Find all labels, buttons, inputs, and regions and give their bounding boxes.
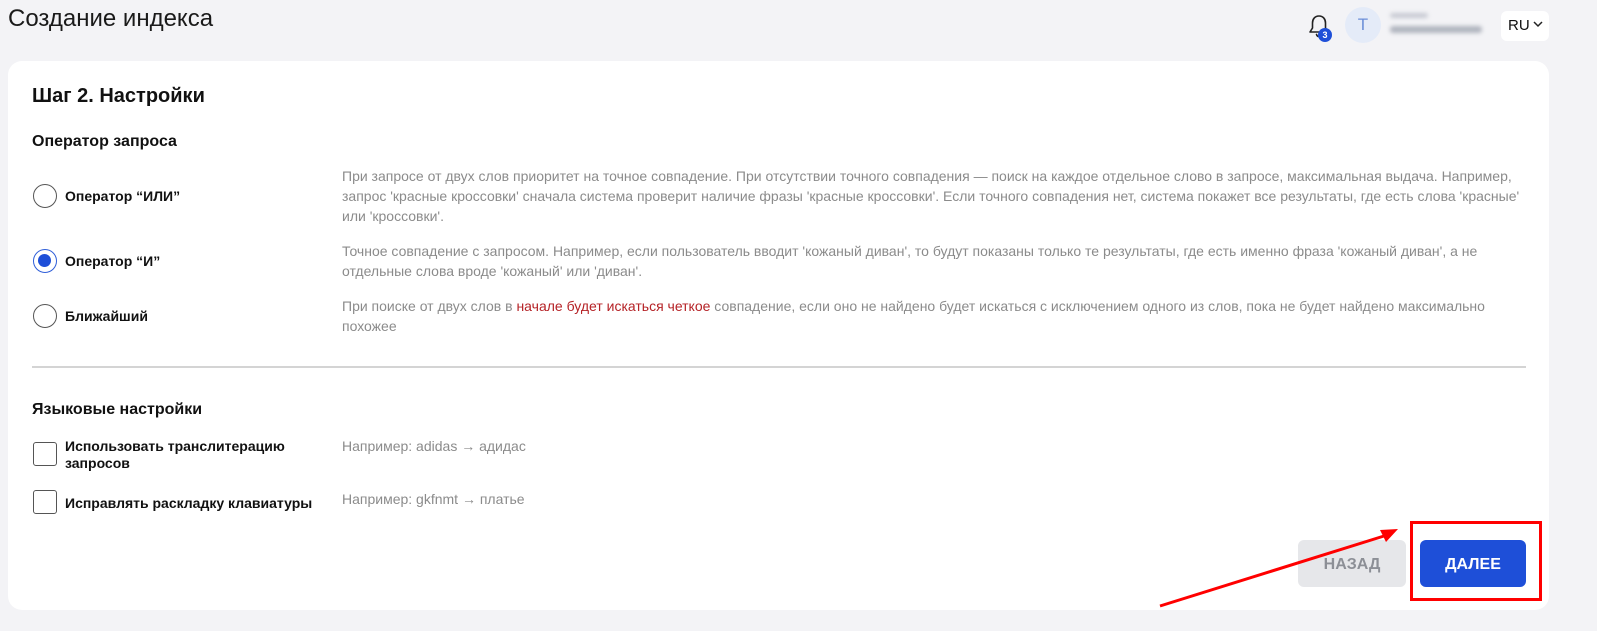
transliteration-row: Использовать транслитерацию запросов Нап… [32, 438, 1532, 474]
operator-or-radio[interactable] [33, 184, 57, 208]
nearest-radio[interactable] [33, 304, 57, 328]
operator-or-description: При запросе от двух слов приоритет на то… [342, 168, 1520, 224]
keyboard-layout-label[interactable]: Исправлять раскладку клавиатуры [65, 495, 345, 512]
nearest-description: При поиске от двух слов в начале будет и… [342, 296, 1532, 336]
operator-and-row: Оператор “И” Точное совпадение с запросо… [32, 241, 1532, 281]
keyboard-layout-row: Исправлять раскладку клавиатуры Например… [32, 490, 1532, 520]
transliteration-label[interactable]: Использовать транслитерацию запросов [65, 438, 305, 472]
page: Создание индекса 3 T RU Шаг 2. Настройки… [0, 0, 1597, 631]
avatar[interactable]: T [1345, 7, 1381, 43]
query-operator-title: Оператор запроса [32, 133, 177, 150]
nearest-description-highlight: начале будет искаться четкое [516, 298, 711, 314]
operator-and-description: Точное совпадение с запросом. Например, … [342, 243, 1478, 279]
transliteration-checkbox[interactable] [33, 442, 57, 466]
step-title: Шаг 2. Настройки [32, 85, 205, 107]
chevron-down-icon [1533, 21, 1543, 28]
transliteration-example: Например: adidas → адидас [342, 438, 526, 454]
language-settings-title: Языковые настройки [32, 401, 203, 418]
section-divider [32, 366, 1526, 368]
language-value: RU [1508, 17, 1530, 34]
operator-or-row: Оператор “ИЛИ” При запросе от двух слов … [32, 166, 1532, 226]
language-select[interactable]: RU [1501, 11, 1549, 41]
back-button[interactable]: НАЗАД [1298, 540, 1406, 587]
nearest-label[interactable]: Ближайший [65, 308, 148, 324]
operator-or-label[interactable]: Оператор “ИЛИ” [65, 188, 180, 204]
operator-and-label[interactable]: Оператор “И” [65, 253, 160, 269]
user-info-blurred [1390, 11, 1490, 39]
settings-card: Шаг 2. Настройки Оператор запроса Операт… [8, 61, 1549, 610]
keyboard-layout-checkbox[interactable] [33, 490, 57, 514]
keyboard-layout-example: Например: gkfnmt → платье [342, 491, 525, 507]
annotation-highlight-box [1410, 521, 1542, 601]
page-title: Создание индекса [8, 5, 214, 32]
nearest-description-start: При поиске от двух слов в [342, 298, 517, 314]
nearest-row: Ближайший При поиске от двух слов в нача… [32, 296, 1532, 336]
operator-and-radio[interactable] [33, 249, 57, 273]
notifications-badge: 3 [1318, 28, 1332, 42]
